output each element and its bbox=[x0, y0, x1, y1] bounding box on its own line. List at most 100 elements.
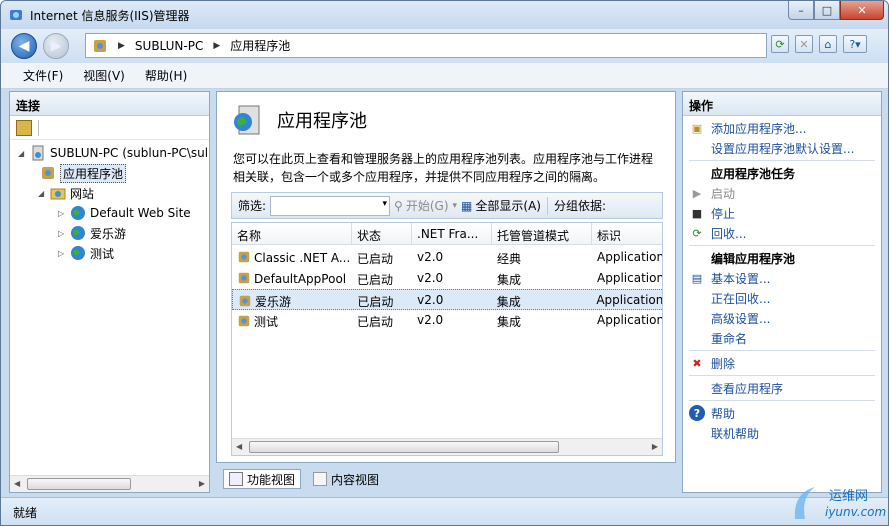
column-identity[interactable]: 标识 bbox=[592, 223, 662, 244]
back-arrow-icon[interactable]: ◀ bbox=[11, 33, 37, 59]
connections-scrollbar[interactable]: ◀ ▶ bbox=[10, 475, 209, 492]
action-item[interactable]: 正在回收... bbox=[683, 288, 881, 308]
menu-file[interactable]: 文件(F) bbox=[23, 67, 63, 84]
scrollbar-thumb[interactable] bbox=[249, 441, 559, 453]
sites-folder-icon bbox=[50, 188, 66, 200]
list-scrollbar[interactable]: ◀ ▶ bbox=[232, 438, 662, 455]
action-item[interactable]: 设置应用程序池默认设置... bbox=[683, 138, 881, 158]
breadcrumb-server[interactable]: SUBLUN-PC bbox=[135, 39, 203, 53]
actions-divider bbox=[689, 245, 875, 246]
binoculars-icon: ⚲ bbox=[394, 198, 403, 213]
tree-node-site-test[interactable]: ▷ 测试 bbox=[58, 244, 114, 262]
action-item: 编辑应用程序池 bbox=[683, 248, 881, 268]
collapse-icon[interactable]: ◢ bbox=[18, 149, 28, 158]
table-row[interactable]: Classic .NET A... 已启动 v2.0 经典 Applicatio… bbox=[232, 247, 662, 268]
app-pool-icon bbox=[239, 295, 251, 307]
scroll-right-icon[interactable]: ▶ bbox=[652, 442, 658, 451]
scroll-right-icon[interactable]: ▶ bbox=[199, 479, 205, 488]
tree-node-sites[interactable]: ◢ 网站 bbox=[38, 184, 94, 202]
address-separator-icon: ▶ bbox=[213, 40, 221, 51]
scroll-left-icon[interactable]: ◀ bbox=[236, 442, 242, 451]
expand-icon[interactable]: ▷ bbox=[58, 249, 68, 258]
filter-input[interactable] bbox=[270, 195, 391, 216]
action-item[interactable]: 重命名 bbox=[683, 328, 881, 348]
home-icon[interactable]: ⌂ bbox=[819, 35, 837, 53]
page-title: 应用程序池 bbox=[277, 111, 367, 132]
menu-view[interactable]: 视图(V) bbox=[83, 67, 125, 84]
actions-divider bbox=[689, 400, 875, 401]
column-status[interactable]: 状态 bbox=[352, 223, 412, 244]
scrollbar-thumb[interactable] bbox=[27, 478, 131, 490]
server-icon bbox=[32, 145, 44, 161]
settings-icon: ▤ bbox=[691, 271, 703, 285]
tree-node-site-aileyou[interactable]: ▷ 爱乐游 bbox=[58, 224, 126, 242]
column-pipeline[interactable]: 托管管道模式 bbox=[492, 223, 592, 244]
collapse-icon[interactable]: ◢ bbox=[38, 189, 48, 198]
filter-bar: 筛选: ⚲ 开始(G) ▾ ▦ 全部显示(A) 分组依据: bbox=[231, 192, 663, 219]
action-item[interactable]: 查看应用程序 bbox=[683, 378, 881, 398]
action-label: 添加应用程序池... bbox=[711, 121, 807, 136]
menu-help[interactable]: 帮助(H) bbox=[145, 67, 187, 84]
connect-icon[interactable] bbox=[16, 119, 32, 136]
globe-icon bbox=[71, 246, 85, 260]
stop-nav-icon[interactable]: ✕ bbox=[795, 35, 813, 53]
actions-divider bbox=[689, 350, 875, 351]
help-icon: ? bbox=[689, 405, 705, 421]
action-item[interactable]: 联机帮助 bbox=[683, 423, 881, 443]
refresh-icon[interactable]: ⟳ bbox=[771, 35, 789, 53]
action-item[interactable]: ▶ 启动 bbox=[683, 183, 881, 203]
actions-list: ▣ 添加应用程序池... 设置应用程序池默认设置... 应用程序池任务 ▶ 启动 ■ 停止 ⟳ 回… bbox=[683, 116, 881, 445]
play-icon: ▶ bbox=[692, 186, 702, 200]
blank-icon bbox=[689, 310, 705, 326]
breadcrumb-app-pools[interactable]: 应用程序池 bbox=[230, 37, 290, 54]
table-row[interactable]: DefaultAppPool 已启动 v2.0 集成 Application bbox=[232, 268, 662, 289]
address-bar[interactable]: ▶ SUBLUN-PC ▶ 应用程序池 bbox=[85, 33, 767, 58]
column-net[interactable]: .NET Fra... bbox=[412, 223, 492, 244]
table-row-selected[interactable]: 爱乐游 已启动 v2.0 集成 Application bbox=[232, 289, 662, 310]
action-item[interactable]: ? 帮助 bbox=[683, 403, 881, 423]
filter-label: 筛选: bbox=[238, 199, 267, 213]
tree-node-server[interactable]: ◢ SUBLUN-PC (sublun-PC\sul bbox=[18, 144, 208, 162]
recycle-icon: ⟳ bbox=[692, 226, 702, 240]
start-dropdown-icon[interactable]: ▾ bbox=[453, 201, 458, 211]
app-pools-list: 名称 状态 .NET Fra... 托管管道模式 标识 Classic .NET… bbox=[231, 222, 663, 456]
action-item[interactable]: ▤ 基本设置... bbox=[683, 268, 881, 288]
action-label: 查看应用程序 bbox=[711, 381, 784, 396]
actions-divider bbox=[689, 375, 875, 376]
tree-node-default-web-site[interactable]: ▷ Default Web Site bbox=[58, 204, 191, 222]
table-row[interactable]: 测试 已启动 v2.0 集成 Application bbox=[232, 310, 662, 331]
actions-divider bbox=[689, 160, 875, 161]
action-item[interactable]: ⟳ 回收... bbox=[683, 223, 881, 243]
tab-content-view[interactable]: 内容视图 bbox=[307, 469, 385, 489]
expand-icon[interactable]: ▷ bbox=[58, 209, 68, 218]
show-all-button[interactable]: 全部显示(A) bbox=[475, 197, 541, 214]
forward-arrow-icon[interactable]: ▶ bbox=[43, 33, 69, 59]
action-label: 重命名 bbox=[711, 331, 748, 346]
connections-panel: 连接 ◢ SUBLUN-PC (sublun-PC\sul 应用程序池 ◢ 网站… bbox=[9, 91, 210, 493]
iis-address-icon bbox=[94, 39, 106, 52]
action-item[interactable]: ■ 停止 bbox=[683, 203, 881, 223]
expand-icon[interactable]: ▷ bbox=[58, 229, 68, 238]
watermark-text: 运维网 bbox=[829, 489, 869, 504]
action-label: 设置应用程序池默认设置... bbox=[711, 141, 855, 156]
action-item[interactable]: 高级设置... bbox=[683, 308, 881, 328]
action-item: 应用程序池任务 bbox=[683, 163, 881, 183]
column-name[interactable]: 名称 bbox=[232, 223, 352, 244]
minimize-button[interactable]: – bbox=[788, 1, 814, 20]
scroll-left-icon[interactable]: ◀ bbox=[14, 479, 20, 488]
list-header: 名称 状态 .NET Fra... 托管管道模式 标识 bbox=[232, 223, 662, 245]
help-menu-icon[interactable]: ?▾ bbox=[843, 35, 867, 53]
maximize-button[interactable]: □ bbox=[814, 1, 840, 20]
app-pool-icon bbox=[42, 167, 54, 179]
tab-features-view[interactable]: 功能视图 bbox=[223, 469, 302, 489]
close-button[interactable]: ✕ bbox=[840, 1, 884, 20]
start-filter-button[interactable]: 开始(G) bbox=[406, 197, 449, 214]
group-by-label[interactable]: 分组依据: bbox=[554, 197, 606, 214]
action-item[interactable]: ▣ 添加应用程序池... bbox=[683, 118, 881, 138]
action-item[interactable]: ✖ 删除 bbox=[683, 353, 881, 373]
window-title: Internet 信息服务(IIS)管理器 bbox=[30, 9, 190, 23]
actions-panel: 操作 ▣ 添加应用程序池... 设置应用程序池默认设置... 应用程序池任务 ▶ 启动 ■ 停… bbox=[682, 91, 882, 493]
app-pool-icon bbox=[238, 315, 250, 327]
watermark-logo: 运维网 iyunv.com bbox=[791, 479, 888, 525]
tree-node-app-pools[interactable]: 应用程序池 bbox=[40, 163, 127, 183]
